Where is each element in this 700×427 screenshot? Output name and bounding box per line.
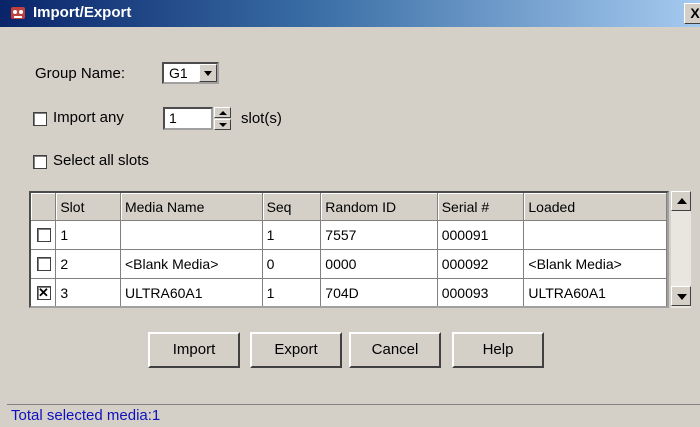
header-select[interactable] [31, 193, 57, 221]
import-count-input[interactable]: 1 [163, 107, 213, 130]
slots-table: Slot Media Name Seq Random ID Serial # L… [29, 191, 669, 308]
header-seq[interactable]: Seq [262, 193, 322, 221]
close-icon: X [690, 5, 700, 21]
cell-serial: 000091 [437, 220, 525, 250]
table-row[interactable]: 2 <Blank Media> 0 0000 000092 <Blank Med… [31, 249, 667, 279]
table-row[interactable]: 3 ULTRA60A1 1 704D 000093 ULTRA60A1 [31, 278, 667, 306]
app-icon [11, 7, 25, 19]
table-row[interactable]: 1 1 7557 000091 [31, 220, 667, 250]
group-name-label: Group Name: [35, 65, 126, 82]
group-name-select[interactable]: G1 [162, 62, 219, 84]
cell-serial: 000093 [437, 278, 525, 306]
import-count-spinner[interactable] [214, 107, 231, 130]
row-checkbox[interactable] [37, 228, 51, 242]
import-any-checkbox[interactable] [33, 112, 47, 126]
cell-random-id: 704D [320, 278, 438, 306]
cell-seq: 1 [262, 278, 322, 306]
header-slot[interactable]: Slot [55, 193, 121, 221]
close-button[interactable]: X [684, 3, 700, 24]
cell-random-id: 7557 [320, 220, 438, 250]
scroll-down-icon[interactable] [671, 286, 691, 306]
cell-media-name: <Blank Media> [120, 249, 263, 279]
row-checkbox[interactable] [37, 257, 51, 271]
cell-media-name [120, 220, 263, 250]
select-all-label: Select all slots [53, 152, 149, 169]
cell-loaded [523, 220, 667, 250]
export-button[interactable]: Export [250, 332, 342, 368]
window-title: Import/Export [33, 4, 132, 21]
cell-random-id: 0000 [320, 249, 438, 279]
header-serial[interactable]: Serial # [437, 193, 525, 221]
status-bar: Total selected media:1 [7, 404, 700, 427]
cell-seq: 1 [262, 220, 322, 250]
header-media-name[interactable]: Media Name [120, 193, 263, 221]
cell-slot: 2 [55, 249, 121, 279]
cell-slot: 3 [55, 278, 121, 306]
table-scrollbar[interactable] [671, 191, 691, 308]
help-button[interactable]: Help [452, 332, 544, 368]
cell-media-name: ULTRA60A1 [120, 278, 263, 306]
select-all-checkbox[interactable] [33, 155, 47, 169]
cell-seq: 0 [262, 249, 322, 279]
cancel-button[interactable]: Cancel [349, 332, 441, 368]
header-random-id[interactable]: Random ID [320, 193, 438, 221]
cell-serial: 000092 [437, 249, 525, 279]
spin-down-icon[interactable] [214, 119, 231, 130]
group-name-value: G1 [169, 65, 188, 81]
title-bar: Import/Export X [0, 0, 700, 27]
row-checkbox[interactable] [37, 285, 51, 301]
slots-suffix-label: slot(s) [241, 110, 282, 127]
scroll-up-icon[interactable] [671, 191, 691, 211]
cell-loaded: ULTRA60A1 [523, 278, 667, 306]
cell-loaded: <Blank Media> [523, 249, 667, 279]
header-loaded[interactable]: Loaded [523, 193, 667, 221]
import-any-label: Import any [53, 109, 124, 126]
spin-up-icon[interactable] [214, 107, 231, 118]
import-button[interactable]: Import [148, 332, 240, 368]
cell-slot: 1 [55, 220, 121, 250]
table-header-row: Slot Media Name Seq Random ID Serial # L… [31, 193, 667, 221]
chevron-down-icon[interactable] [199, 64, 217, 82]
